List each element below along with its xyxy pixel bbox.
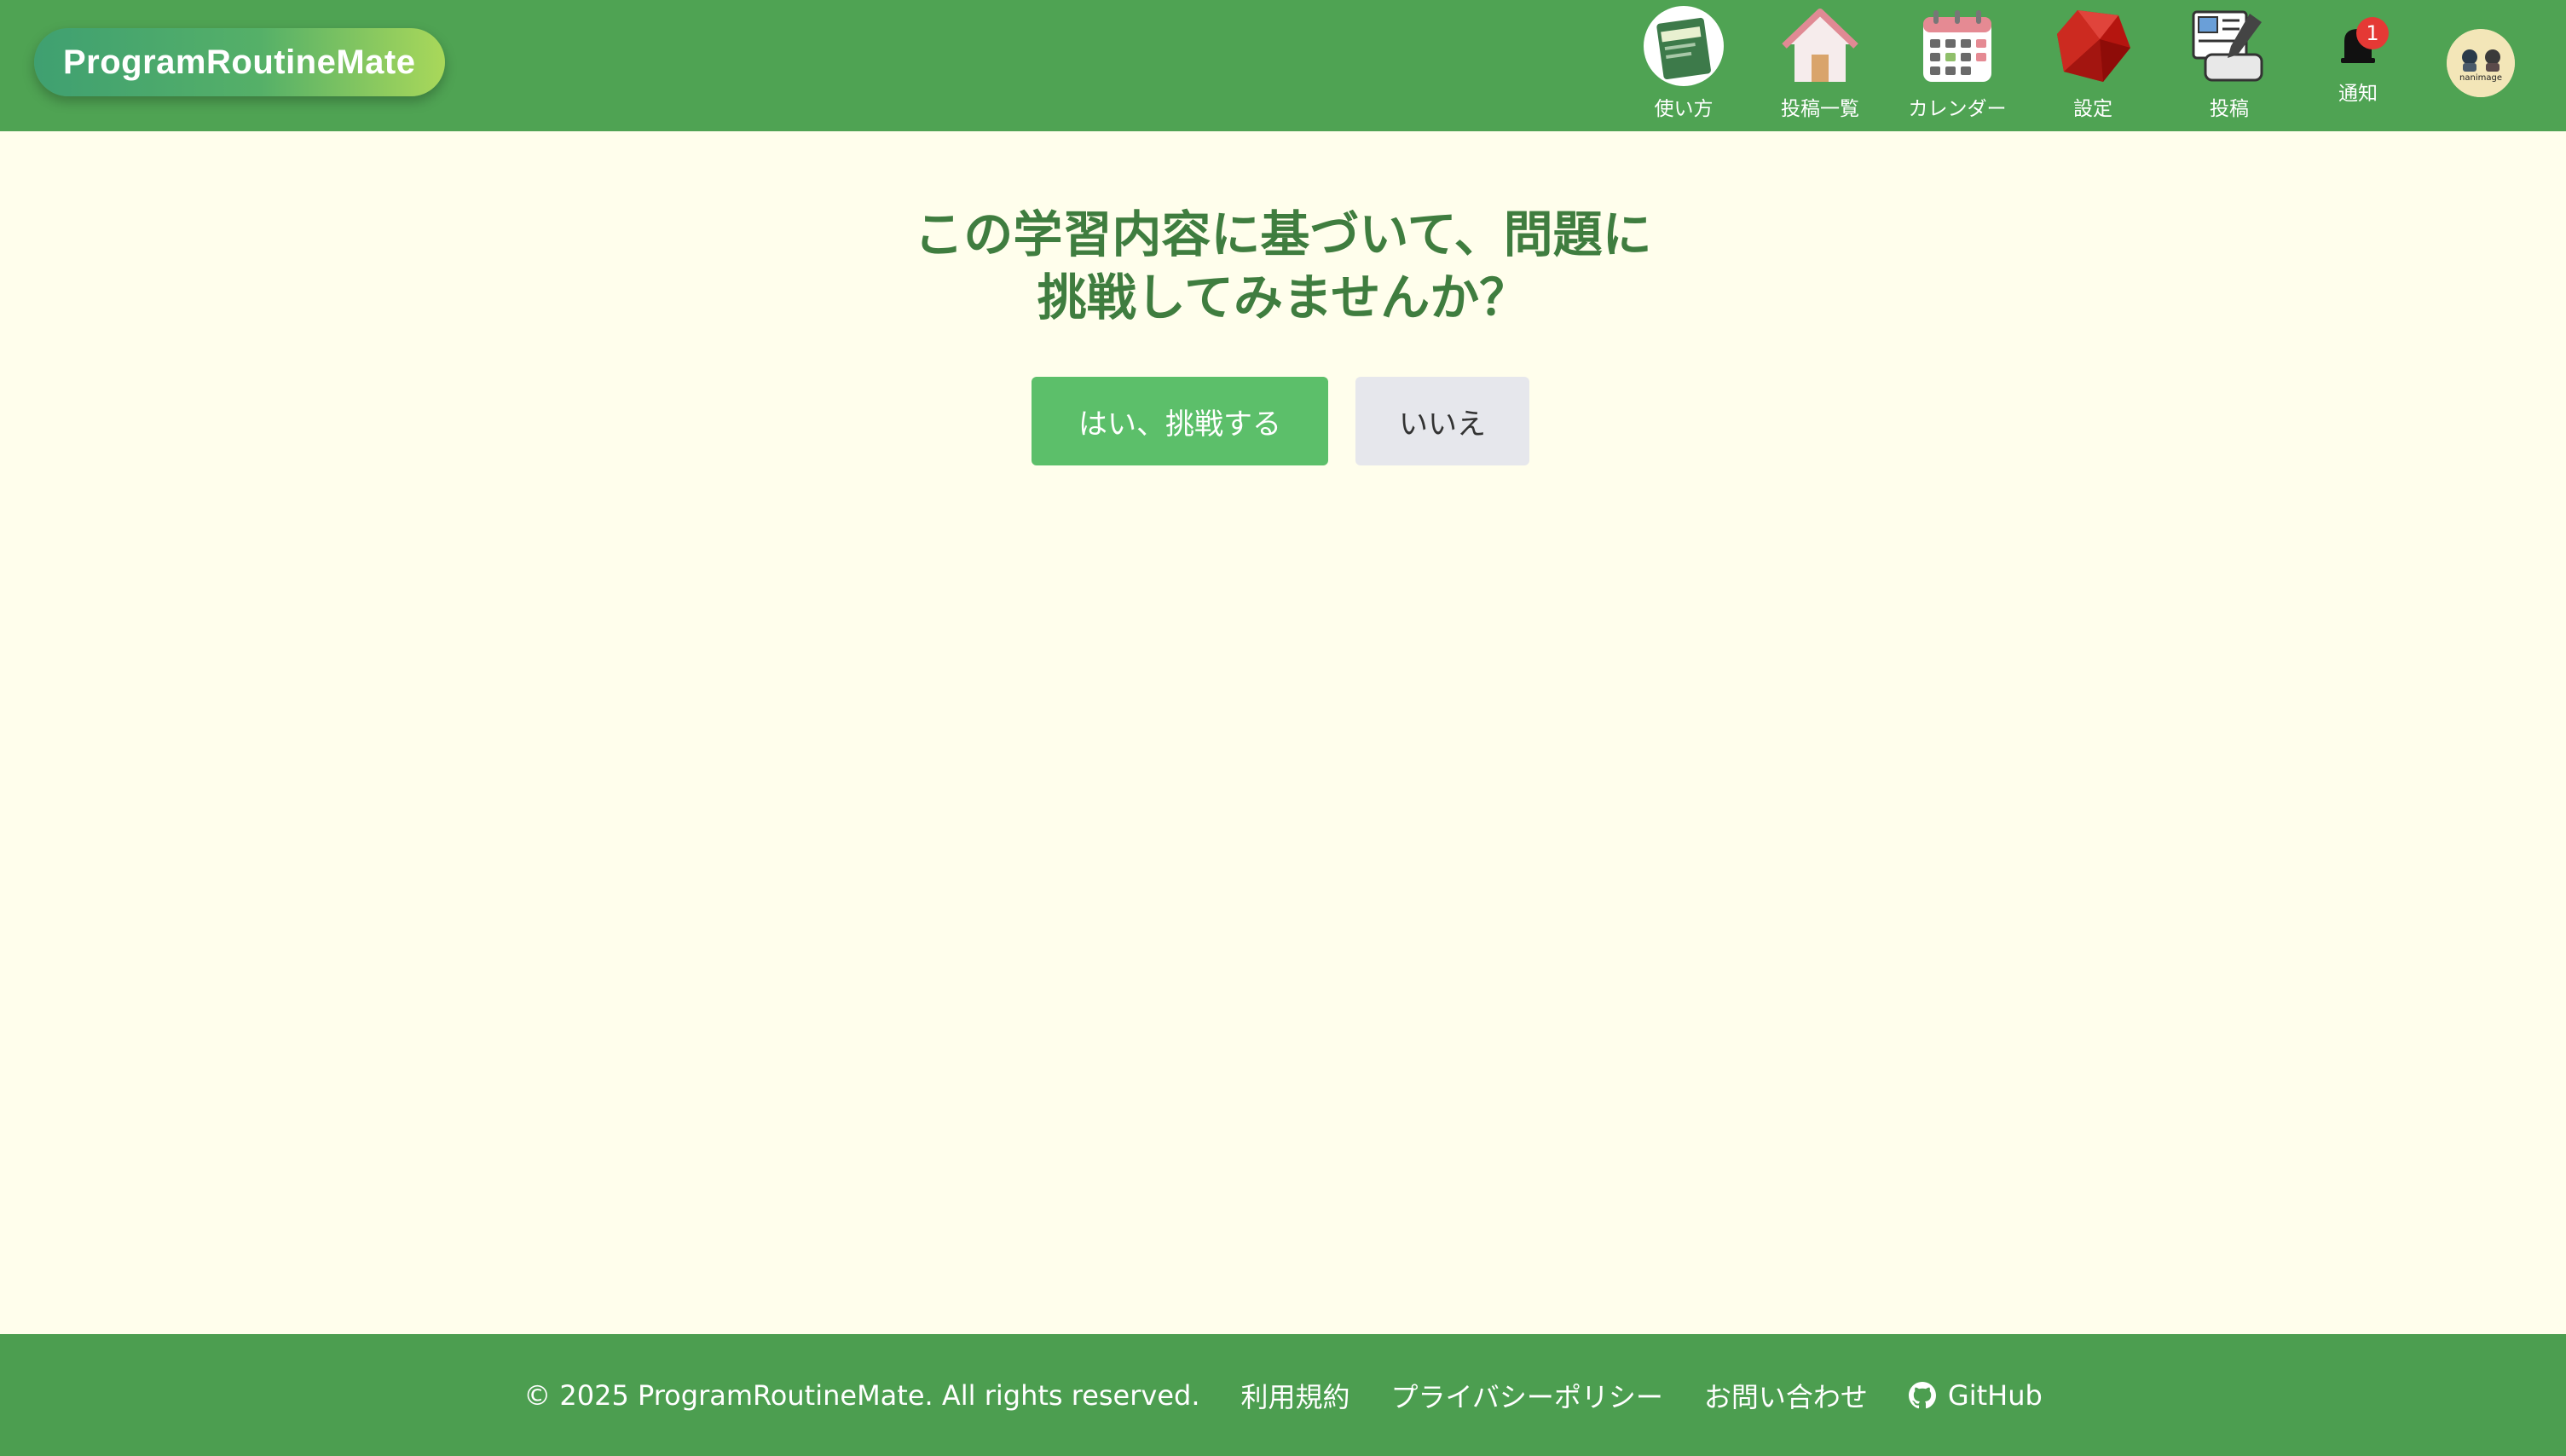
copyright-text: © 2025 ProgramRoutineMate. All rights re… (523, 1378, 1200, 1412)
nav-item-settings[interactable]: 設定 (2050, 0, 2135, 131)
github-icon (1908, 1381, 1936, 1408)
bell-icon: 1 (2332, 17, 2389, 68)
nav-label: 通知 (2338, 83, 2378, 105)
post-edit-icon (2192, 10, 2263, 82)
manual-book-icon (1644, 6, 1724, 86)
brand-logo[interactable]: ProgramRoutineMate (34, 28, 445, 96)
nav-item-how-to-use[interactable]: 使い方 (1641, 0, 1726, 131)
contact-link[interactable]: お問い合わせ (1704, 1376, 1868, 1415)
github-link[interactable]: GitHub (1908, 1378, 2043, 1412)
nav-label: カレンダー (1908, 98, 2007, 120)
decline-challenge-button[interactable]: いいえ (1355, 377, 1529, 465)
github-label: GitHub (1947, 1378, 2043, 1412)
nav-item-post-list[interactable]: 投稿一覧 (1777, 0, 1863, 131)
user-avatar[interactable]: nanimage (2447, 29, 2515, 97)
nav-label: 使い方 (1654, 98, 1714, 120)
nav-label: 設定 (2073, 98, 2112, 120)
question-line-2: 挑戦してみませんか？ (1037, 269, 1529, 326)
ruby-gem-icon (2057, 10, 2130, 82)
calendar-icon (1923, 10, 1991, 82)
question-line-1: この学習内容に基づいて、問題に (914, 205, 1652, 263)
footer: © 2025 ProgramRoutineMate. All rights re… (0, 1334, 2566, 1456)
privacy-policy-link[interactable]: プライバシーポリシー (1391, 1376, 1663, 1415)
avatar-text: nanimage (2459, 73, 2502, 83)
challenge-question: この学習内容に基づいて、問題に 挑戦してみませんか？ (0, 203, 2566, 329)
nav-item-new-post[interactable]: 投稿 (2187, 0, 2272, 131)
terms-link[interactable]: 利用規約 (1241, 1376, 1350, 1415)
notification-count-badge: 1 (2356, 17, 2389, 49)
top-nav-bar: ProgramRoutineMate 使い方 投稿一覧 カレンダー 設定 投稿 … (0, 0, 2566, 131)
nav-label: 投稿 (2210, 98, 2249, 120)
avatar-illustration: nanimage (2447, 29, 2515, 97)
nav-item-calendar[interactable]: カレンダー (1907, 0, 2008, 131)
accept-challenge-button[interactable]: はい、挑戦する (1032, 377, 1328, 465)
nav-label: 投稿一覧 (1781, 98, 1859, 120)
nav-item-notifications[interactable]: 1 通知 (2326, 0, 2390, 131)
house-icon (1782, 9, 1858, 82)
